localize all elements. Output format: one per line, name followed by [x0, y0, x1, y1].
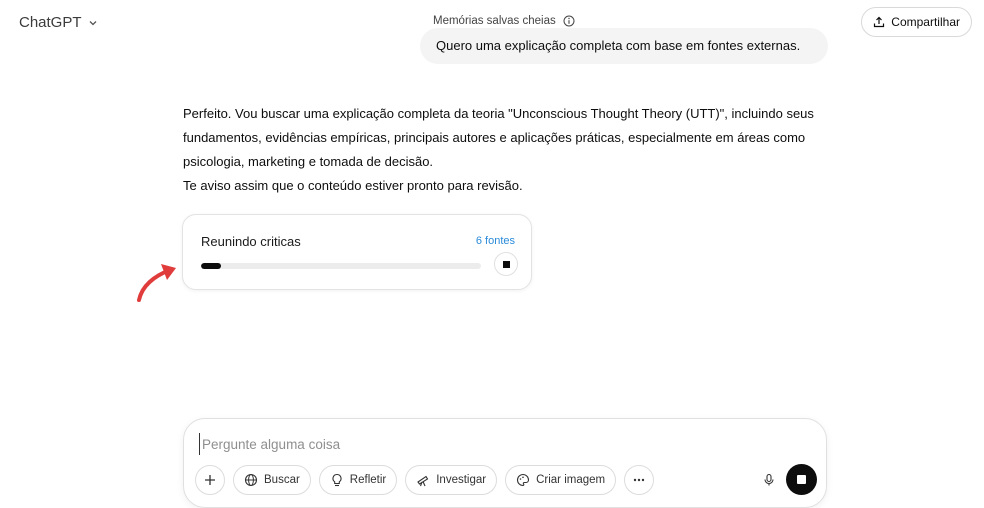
- composer: Buscar Refletir Investigar Criar imagem: [183, 418, 827, 508]
- research-tool-label: Investigar: [436, 474, 487, 486]
- user-message-text: Quero uma explicação completa com base e…: [436, 38, 801, 53]
- assistant-line: fundamentos, evidências empíricas, princ…: [183, 130, 806, 145]
- attach-button[interactable]: [195, 465, 225, 495]
- microphone-icon: [764, 473, 774, 486]
- info-icon: [563, 15, 575, 27]
- chevron-down-icon: [89, 20, 96, 25]
- research-tool-button[interactable]: Investigar: [405, 465, 498, 495]
- share-icon: [874, 16, 885, 28]
- memories-notice-text: Memórias salvas cheias: [433, 15, 556, 27]
- prompt-input[interactable]: [199, 433, 764, 455]
- stop-icon: [797, 475, 806, 484]
- plus-icon: [205, 475, 215, 485]
- stop-generation-button[interactable]: [786, 464, 817, 495]
- brand-title: ChatGPT: [19, 14, 82, 31]
- assistant-message: Perfeito. Vou buscar uma explicação comp…: [183, 102, 843, 198]
- reason-tool-label: Refletir: [349, 474, 387, 486]
- composer-toolbar: Buscar Refletir Investigar Criar imagem: [195, 465, 655, 495]
- model-selector[interactable]: ChatGPT: [19, 14, 98, 31]
- progress-bar-fill: [201, 263, 221, 269]
- search-tool-label: Buscar: [264, 474, 300, 486]
- stop-icon: [502, 260, 510, 268]
- sources-link[interactable]: 6 fontes: [476, 235, 515, 247]
- more-horizontal-icon: [633, 478, 645, 482]
- reason-tool-button[interactable]: Refletir: [318, 465, 398, 495]
- more-tools-button[interactable]: [624, 465, 655, 495]
- assistant-line: Perfeito. Vou buscar uma explicação comp…: [183, 106, 814, 121]
- assistant-line: Te aviso assim que o conteúdo estiver pr…: [183, 178, 523, 193]
- annotation-arrow-icon: [137, 264, 176, 302]
- memories-notice[interactable]: Memórias salvas cheias: [433, 15, 575, 27]
- create-image-button[interactable]: Criar imagem: [505, 465, 617, 495]
- user-message-bubble: Quero uma explicação completa com base e…: [420, 28, 828, 64]
- voice-input-button[interactable]: [758, 469, 780, 491]
- progress-bar: [201, 263, 481, 269]
- assistant-line: psicologia, marketing e tomada de decisã…: [183, 154, 434, 169]
- globe-icon: [244, 473, 258, 487]
- telescope-icon: [417, 475, 429, 487]
- share-button[interactable]: Compartilhar: [861, 7, 972, 37]
- lightbulb-icon: [332, 473, 342, 487]
- research-progress-card[interactable]: Reunindo criticas 6 fontes: [182, 214, 532, 290]
- search-tool-button[interactable]: Buscar: [233, 465, 311, 495]
- create-image-label: Criar imagem: [536, 474, 606, 486]
- stop-research-button[interactable]: [494, 252, 518, 276]
- share-label: Compartilhar: [891, 15, 960, 29]
- research-status: Reunindo criticas: [201, 234, 301, 249]
- palette-icon: [517, 473, 530, 487]
